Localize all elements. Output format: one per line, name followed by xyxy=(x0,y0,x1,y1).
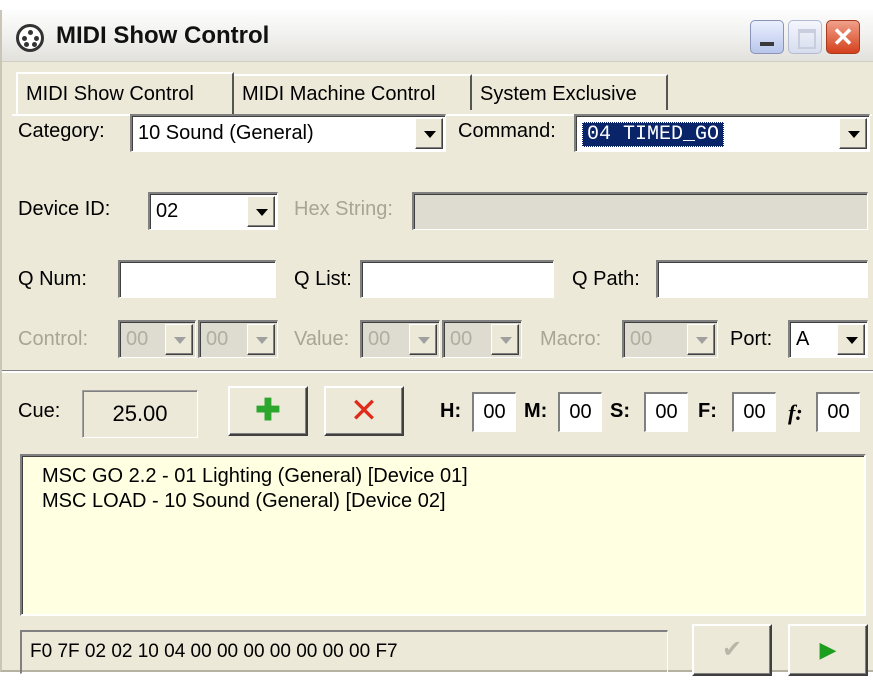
list-item[interactable]: MSC GO 2.2 - 01 Lighting (General) [Devi… xyxy=(42,464,864,489)
plus-icon: ✚ xyxy=(255,394,281,427)
confirm-button[interactable]: ✔ xyxy=(692,624,772,676)
maximize-button[interactable] xyxy=(788,20,822,54)
q-path-field[interactable] xyxy=(656,260,868,298)
category-value: 10 Sound (General) xyxy=(138,122,314,144)
port-label: Port: xyxy=(730,328,773,350)
hex-output-field: F0 7F 02 02 10 04 00 00 00 00 00 00 00 F… xyxy=(20,630,668,674)
play-icon: ▶ xyxy=(819,637,837,662)
tab-system-exclusive[interactable]: System Exclusive xyxy=(472,74,668,110)
macro-select[interactable]: 00 xyxy=(622,320,718,358)
hex-string-field[interactable] xyxy=(412,192,868,230)
cue-label: Cue: xyxy=(18,400,61,422)
chevron-down-icon[interactable] xyxy=(491,324,519,355)
category-select[interactable]: 10 Sound (General) xyxy=(130,114,446,152)
hex-string-label: Hex String: xyxy=(294,198,393,220)
value-value-2: 00 xyxy=(450,328,473,350)
seconds-field[interactable]: 00 xyxy=(644,392,688,432)
main-window: MIDI Show Control ✕ MIDI Show Control MI… xyxy=(0,10,873,676)
control-value-1: 00 xyxy=(126,328,149,350)
device-id-value: 02 xyxy=(156,200,179,222)
device-id-select[interactable]: 02 xyxy=(148,192,278,230)
list-item[interactable]: MSC LOAD - 10 Sound (General) [Device 02… xyxy=(42,489,864,514)
command-value: 04 TIMED_GO xyxy=(582,122,725,147)
cue-number-field[interactable]: 25.00 xyxy=(82,390,198,438)
subframes-field[interactable]: 00 xyxy=(816,392,860,432)
macro-value: 00 xyxy=(630,328,653,350)
q-num-field[interactable] xyxy=(118,260,276,298)
chevron-down-icon[interactable] xyxy=(837,324,865,355)
section-divider xyxy=(2,370,873,373)
q-path-label: Q Path: xyxy=(572,268,640,290)
midi-connector-icon xyxy=(16,24,44,52)
q-num-label: Q Num: xyxy=(18,268,87,290)
tab-midi-show-control[interactable]: MIDI Show Control xyxy=(16,72,234,114)
chevron-down-icon[interactable] xyxy=(687,324,715,355)
frames-field[interactable]: 00 xyxy=(732,392,776,432)
chevron-down-icon[interactable] xyxy=(839,118,867,149)
category-label: Category: xyxy=(18,120,105,142)
chevron-down-icon[interactable] xyxy=(165,324,193,355)
seconds-label: S: xyxy=(610,400,630,422)
device-id-label: Device ID: xyxy=(18,198,111,220)
macro-label: Macro: xyxy=(540,328,602,350)
send-button[interactable]: ▶ xyxy=(788,624,868,676)
q-list-label: Q List: xyxy=(294,268,352,290)
command-select[interactable]: 04 TIMED_GO xyxy=(574,114,870,152)
frames-label: F: xyxy=(698,400,717,422)
control-select-2[interactable]: 00 xyxy=(198,320,278,358)
minutes-field[interactable]: 00 xyxy=(558,392,602,432)
port-value: A xyxy=(796,328,810,350)
port-select[interactable]: A xyxy=(788,320,868,358)
q-list-field[interactable] xyxy=(360,260,554,298)
value-select-1[interactable]: 00 xyxy=(360,320,440,358)
control-select-1[interactable]: 00 xyxy=(118,320,196,358)
close-button[interactable]: ✕ xyxy=(826,20,860,54)
tab-midi-machine-control[interactable]: MIDI Machine Control xyxy=(234,74,472,110)
hours-label: H: xyxy=(440,400,462,422)
command-label: Command: xyxy=(458,120,556,142)
control-value-2: 00 xyxy=(206,328,229,350)
value-select-2[interactable]: 00 xyxy=(442,320,522,358)
message-log[interactable]: MSC GO 2.2 - 01 Lighting (General) [Devi… xyxy=(20,454,866,616)
value-label: Value: xyxy=(294,328,350,350)
chevron-down-icon[interactable] xyxy=(247,196,275,227)
value-value-1: 00 xyxy=(368,328,391,350)
control-label: Control: xyxy=(18,328,89,350)
hours-field[interactable]: 00 xyxy=(472,392,516,432)
window-title: MIDI Show Control xyxy=(56,22,270,49)
checkmark-icon: ✔ xyxy=(721,636,743,663)
x-icon: ✕ xyxy=(349,392,379,430)
minimize-button[interactable] xyxy=(750,20,784,54)
subframes-label: f: xyxy=(788,400,803,425)
chevron-down-icon[interactable] xyxy=(247,324,275,355)
add-cue-button[interactable]: ✚ xyxy=(228,386,308,436)
delete-cue-button[interactable]: ✕ xyxy=(324,386,404,436)
title-bar[interactable]: MIDI Show Control ✕ xyxy=(2,10,873,62)
minutes-label: M: xyxy=(524,400,548,422)
chevron-down-icon[interactable] xyxy=(415,118,443,149)
chevron-down-icon[interactable] xyxy=(409,324,437,355)
